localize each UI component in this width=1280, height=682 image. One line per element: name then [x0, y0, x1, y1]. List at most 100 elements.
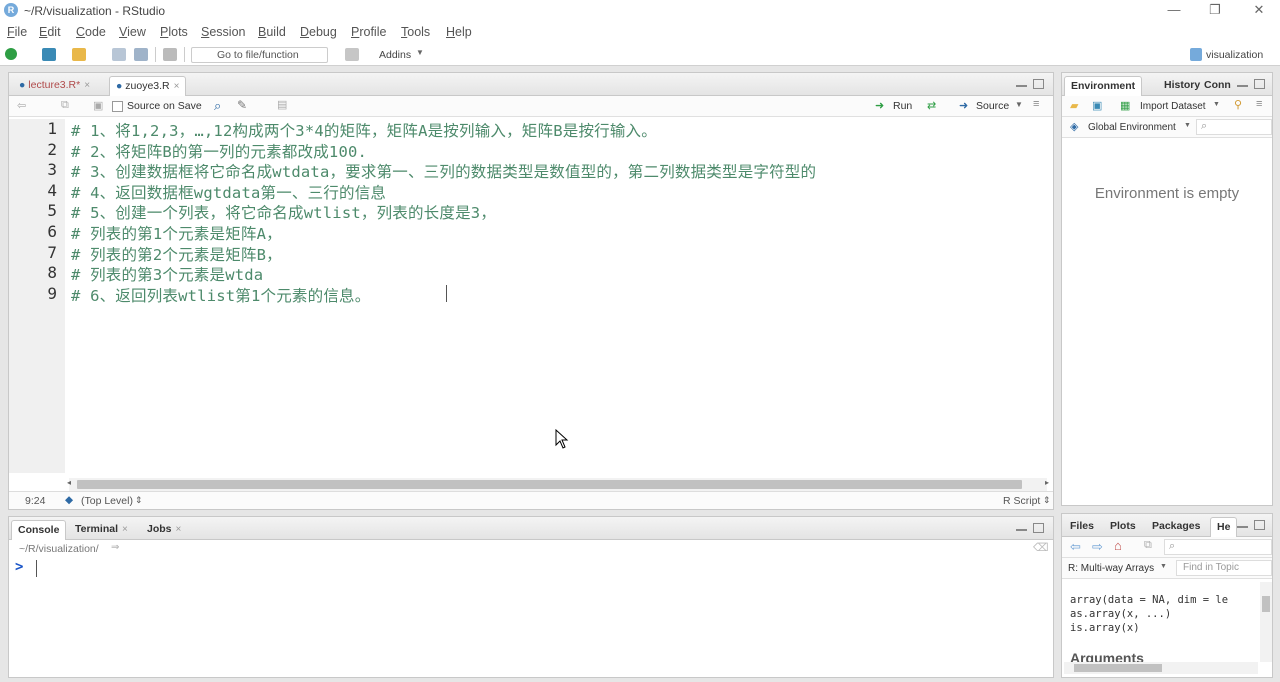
code-line[interactable]: # 6、返回列表wtlist第1个元素的信息。: [71, 284, 370, 306]
code-line[interactable]: # 列表的第1个元素是矩阵A，: [71, 222, 282, 244]
menu-file[interactable]: File: [7, 25, 27, 39]
scroll-left-icon[interactable]: ◂: [67, 478, 71, 487]
maximize-pane-icon[interactable]: [1033, 523, 1044, 533]
environment-search-input[interactable]: ⌕: [1196, 119, 1272, 135]
maximize-pane-icon[interactable]: [1254, 79, 1265, 89]
minimize-button[interactable]: —: [1160, 1, 1188, 19]
global-environment-dropdown[interactable]: Global Environment: [1088, 122, 1176, 133]
show-in-window-icon[interactable]: ⧉: [61, 99, 69, 112]
print-icon[interactable]: [163, 48, 177, 61]
code-line[interactable]: # 2、将矩阵B的第一列的元素都改成100.: [71, 140, 367, 162]
list-view-icon[interactable]: ≡: [1256, 98, 1262, 110]
close-button[interactable]: ✕: [1245, 1, 1273, 19]
broom-icon[interactable]: ⚲: [1234, 98, 1242, 111]
console-input-area[interactable]: >: [9, 557, 1053, 677]
rerun-icon[interactable]: ⇄: [927, 99, 936, 112]
save-icon[interactable]: ▣: [93, 99, 103, 112]
back-arrow-icon[interactable]: ⇦: [17, 99, 26, 112]
menu-help[interactable]: Help: [446, 25, 472, 39]
scrollbar-thumb[interactable]: [1074, 664, 1162, 672]
tab-connections[interactable]: Conn: [1198, 76, 1237, 96]
help-topic-dropdown[interactable]: R: Multi-way Arrays: [1068, 563, 1154, 574]
minimize-pane-icon[interactable]: [1016, 85, 1027, 89]
scrollbar-thumb[interactable]: [1262, 596, 1270, 612]
import-dataset-button[interactable]: Import Dataset: [1140, 101, 1206, 112]
menu-plots[interactable]: Plots: [160, 25, 188, 39]
help-usage-line: is.array(x): [1070, 622, 1140, 634]
close-tab-icon[interactable]: ×: [174, 81, 180, 92]
code-line[interactable]: # 1、将1,2,3，…,12构成两个3*4的矩阵，矩阵A是按列输入，矩阵B是按…: [71, 119, 657, 141]
code-line[interactable]: # 列表的第2个元素是矩阵B，: [71, 243, 282, 265]
menu-tools[interactable]: Tools: [401, 25, 430, 39]
new-project-icon[interactable]: [42, 48, 56, 61]
close-tab-icon[interactable]: ×: [122, 524, 128, 535]
back-arrow-icon[interactable]: ⇦: [1070, 539, 1081, 555]
tab-files[interactable]: Files: [1064, 517, 1100, 537]
code-line[interactable]: # 5、创建一个列表，将它命名成wtlist，列表的长度是3，: [71, 201, 496, 223]
help-search-input[interactable]: ⌕: [1164, 539, 1272, 555]
code-line[interactable]: # 列表的第3个元素是wtda: [71, 263, 263, 285]
compile-report-icon[interactable]: ▤: [277, 98, 287, 111]
menu-code[interactable]: Code: [76, 25, 106, 39]
find-in-topic-input[interactable]: Find in Topic: [1176, 560, 1272, 576]
addins-menu[interactable]: Addins: [379, 49, 411, 61]
minimize-pane-icon[interactable]: [1237, 526, 1248, 530]
menu-build[interactable]: Build: [258, 25, 286, 39]
scope-dropdown[interactable]: (Top Level): [81, 495, 133, 507]
home-icon[interactable]: ⌂: [1114, 538, 1122, 553]
help-horizontal-scrollbar[interactable]: [1064, 662, 1258, 674]
editor-horizontal-scrollbar[interactable]: ◂ ▸: [67, 478, 1049, 491]
code-line[interactable]: # 4、返回数据框wgtdata第一、三行的信息: [71, 181, 386, 203]
tab-console[interactable]: Console: [11, 520, 67, 540]
scroll-right-icon[interactable]: ▸: [1045, 478, 1049, 487]
open-folder-icon[interactable]: [72, 48, 86, 61]
menu-session[interactable]: Session: [201, 25, 245, 39]
forward-arrow-icon[interactable]: ⇨: [1092, 539, 1103, 555]
clear-console-icon[interactable]: ⌫: [1033, 541, 1049, 554]
search-icon[interactable]: ⌕: [214, 98, 221, 114]
chevron-down-icon[interactable]: ▼: [1015, 100, 1023, 109]
save-all-icon[interactable]: [134, 48, 148, 61]
maximize-pane-icon[interactable]: [1254, 520, 1265, 530]
restore-button[interactable]: ❐: [1201, 1, 1229, 19]
code-line[interactable]: # 3、创建数据框将它命名成wtdata，要求第一、三列的数据类型是数值型的，第…: [71, 160, 816, 182]
project-menu[interactable]: visualization: [1206, 49, 1263, 61]
grid-layout-icon[interactable]: [345, 48, 359, 61]
minimize-pane-icon[interactable]: [1237, 85, 1248, 89]
maximize-pane-icon[interactable]: [1033, 79, 1044, 89]
source-on-save-checkbox[interactable]: [112, 101, 123, 112]
open-external-icon[interactable]: ⧉: [1144, 539, 1152, 552]
magic-wand-icon[interactable]: ✎: [237, 98, 247, 112]
tab-plots[interactable]: Plots: [1104, 517, 1142, 537]
tab-help[interactable]: He: [1210, 517, 1238, 537]
tab-lecture3[interactable]: ● lecture3.R* ×: [13, 76, 96, 96]
tab-zuoye3[interactable]: ● zuoye3.R ×: [109, 76, 187, 96]
menu-edit[interactable]: Edit: [39, 25, 61, 39]
help-vertical-scrollbar[interactable]: [1260, 582, 1272, 662]
load-workspace-icon[interactable]: ▰: [1070, 99, 1078, 112]
save-icon[interactable]: [112, 48, 126, 61]
menu-profile[interactable]: Profile: [351, 25, 386, 39]
tab-terminal[interactable]: Terminal ×: [69, 520, 134, 540]
file-type-dropdown[interactable]: R Script: [1003, 495, 1040, 507]
minimize-pane-icon[interactable]: [1016, 529, 1027, 533]
scrollbar-thumb[interactable]: [77, 480, 1022, 489]
save-workspace-icon[interactable]: ▣: [1092, 99, 1102, 112]
go-to-dir-icon[interactable]: ⇒: [111, 542, 119, 553]
tab-jobs[interactable]: Jobs ×: [141, 520, 187, 540]
tab-packages[interactable]: Packages: [1146, 517, 1206, 537]
tab-environment[interactable]: Environment: [1064, 76, 1143, 96]
menu-debug[interactable]: Debug: [300, 25, 337, 39]
outline-icon[interactable]: ≡: [1033, 98, 1039, 110]
new-file-icon[interactable]: [5, 48, 17, 60]
run-button[interactable]: Run: [893, 100, 912, 112]
text-cursor: [36, 560, 37, 577]
line-number-gutter: 1 2 3 4 5 6 7 8 9: [9, 119, 65, 473]
go-to-file-input[interactable]: Go to file/function: [191, 47, 328, 63]
close-tab-icon[interactable]: ×: [176, 524, 182, 535]
menu-view[interactable]: View: [119, 25, 146, 39]
source-button[interactable]: Source: [976, 100, 1009, 112]
console-working-dir[interactable]: ~/R/visualization/: [19, 543, 99, 555]
code-editor[interactable]: 1 2 3 4 5 6 7 8 9 # 1、将1,2,3，…,12构成两个3*4…: [9, 119, 1053, 473]
close-tab-icon[interactable]: ×: [84, 80, 90, 91]
